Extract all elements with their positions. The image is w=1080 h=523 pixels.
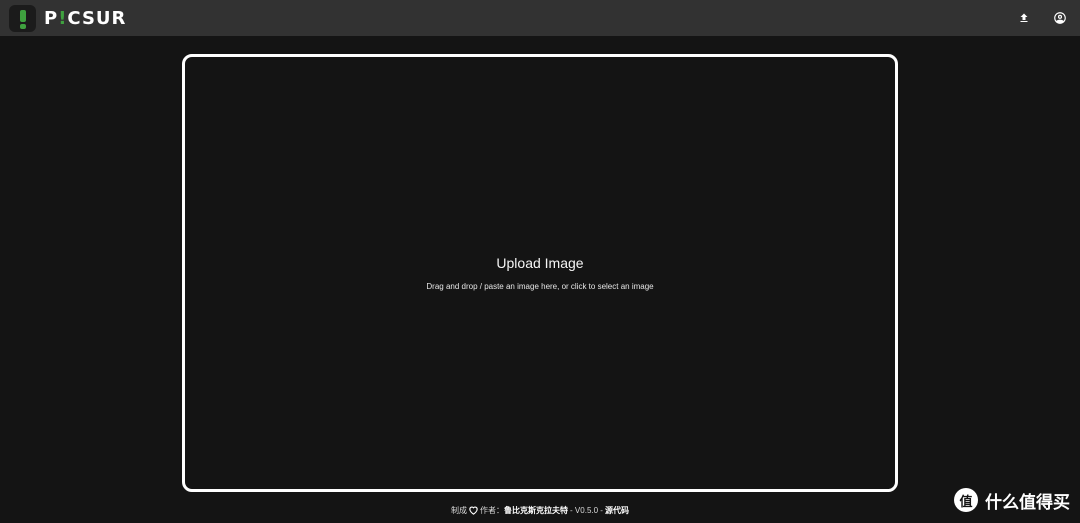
logo-wordmark: P!CSUR (44, 7, 127, 29)
heart-icon (468, 505, 479, 515)
footer-made-with: 制成 (451, 505, 468, 515)
footer-author-name[interactable]: 鲁比克斯克拉夫特 (504, 505, 568, 516)
watermark-badge-icon: 值 (954, 488, 978, 512)
top-app-bar: P!CSUR (0, 0, 1080, 36)
footer-version: - V0.5.0 - (570, 505, 603, 515)
app-logo[interactable]: P!CSUR (9, 4, 127, 32)
logo-exclamation-icon (9, 4, 36, 32)
image-upload-dropzone[interactable]: Upload Image Drag and drop / paste an im… (182, 54, 898, 492)
upload-instructions: Drag and drop / paste an image here, or … (426, 282, 654, 291)
footer-source-link[interactable]: 源代码 (605, 505, 629, 516)
footer-author-label: 作者： (480, 505, 505, 515)
page-footer: 制成 作者： 鲁比克斯克拉夫特 - V0.5.0 - 源代码 (0, 504, 1080, 516)
upload-title: Upload Image (496, 255, 584, 271)
account-circle-icon[interactable] (1052, 10, 1068, 26)
watermark-text: 什么值得买 (985, 492, 1070, 512)
upload-icon[interactable] (1016, 10, 1032, 26)
watermark: 值 什么值得买 (954, 487, 1070, 513)
